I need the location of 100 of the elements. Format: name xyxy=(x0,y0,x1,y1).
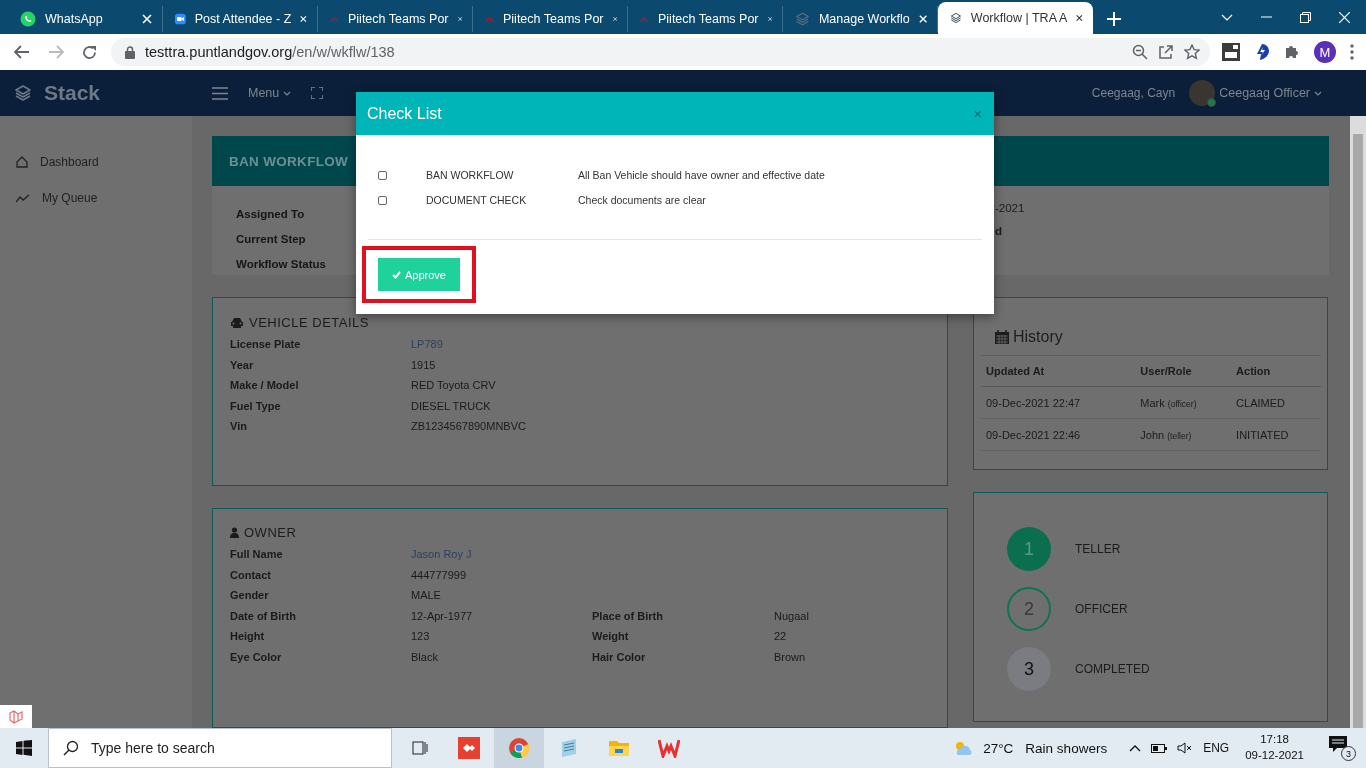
field-value: d xyxy=(995,225,1004,237)
field-value: 444777999 xyxy=(411,568,468,581)
browser-tab[interactable]: Workflow | TRA A xyxy=(938,2,1093,34)
card-title: History xyxy=(1013,328,1063,346)
puzzle-icon[interactable] xyxy=(1284,44,1300,60)
scrollbar-thumb[interactable] xyxy=(1353,134,1363,728)
user-name: Ceegaag, Cayn xyxy=(1091,86,1176,100)
check-item-description: Check documents are clear xyxy=(578,194,706,206)
field-label: Current Step xyxy=(236,233,307,245)
field-label: Eye Color xyxy=(230,650,283,663)
field-value: 22 xyxy=(774,630,788,642)
layers-icon xyxy=(14,84,32,102)
new-tab-icon[interactable] xyxy=(1107,12,1121,26)
battery-icon[interactable] xyxy=(1151,743,1168,753)
checkbox[interactable] xyxy=(378,195,387,205)
app-logo[interactable]: Stack xyxy=(14,81,212,105)
step-circle: 1 xyxy=(1007,527,1051,571)
search-icon xyxy=(63,740,79,756)
field-label: Full Name xyxy=(230,548,284,560)
check-icon xyxy=(392,270,401,279)
zoom-out-icon[interactable] xyxy=(1132,44,1148,60)
card-title: VEHICLE DETAILS xyxy=(249,315,369,330)
browser-tab[interactable]: Piitech Teams Por xyxy=(473,6,628,32)
app-icon[interactable] xyxy=(458,737,480,759)
modal-title: Check List xyxy=(367,104,442,123)
profile-avatar[interactable]: M xyxy=(1314,41,1336,63)
checkbox[interactable] xyxy=(378,170,387,180)
caret-icon xyxy=(283,90,292,96)
card-title: BAN WORKFLOW xyxy=(229,153,349,169)
trend-icon xyxy=(16,193,30,203)
temperature: 27°C xyxy=(983,740,1014,756)
check-item-name: DOCUMENT CHECK xyxy=(426,194,528,206)
extension-icon[interactable] xyxy=(1222,43,1240,61)
notification-count: 3 xyxy=(1341,746,1356,761)
folder-icon[interactable] xyxy=(608,738,630,758)
field-value: MALE xyxy=(411,589,442,601)
avatar xyxy=(1189,80,1216,106)
language-indicator[interactable]: ENG xyxy=(1203,741,1230,755)
table-cell: 09-Dec-2021 22:47 xyxy=(981,386,1136,419)
bolt-icon[interactable] xyxy=(1254,43,1270,61)
fullscreen-icon[interactable] xyxy=(311,87,324,99)
weather-icon xyxy=(953,740,974,756)
check-item-name: BAN WORKFLOW xyxy=(426,169,515,181)
field-label: Place of Birth xyxy=(592,609,664,622)
address-field[interactable]: testtra.puntlandgov.org/en/w/wkflw/138 xyxy=(111,38,1210,66)
browser-tab[interactable]: Piitech Teams Por xyxy=(628,6,783,32)
field-value: Brown xyxy=(774,650,807,663)
field-label: Vin xyxy=(230,420,248,432)
video-camera-icon xyxy=(175,11,186,27)
app-icon[interactable] xyxy=(658,738,680,758)
lock-icon xyxy=(125,45,135,59)
weather-text: Rain showers xyxy=(1025,740,1108,756)
clock[interactable]: 17:18 09-12-2021 xyxy=(1245,732,1304,764)
user-menu[interactable]: Ceegaag Officer xyxy=(1189,80,1322,106)
field-value: RED Toyota CRV xyxy=(411,379,497,391)
check-item-description: All Ban Vehicle should have owner and effective date xyxy=(578,169,825,181)
caret-icon xyxy=(1314,90,1322,96)
calendar-icon xyxy=(995,330,1009,344)
muted-speaker-icon[interactable] xyxy=(1177,742,1194,754)
field-value: 123 xyxy=(411,630,431,642)
field-label: Make / Model xyxy=(230,379,300,391)
step-label: OFFICER xyxy=(1075,602,1128,616)
browser-tab[interactable]: Post Attendee - Z xyxy=(163,6,318,32)
share-icon[interactable] xyxy=(1158,44,1174,60)
field-value: ZB1234567890MNBVC xyxy=(411,420,527,432)
field-value: 1915 xyxy=(411,358,437,371)
browser-tab[interactable]: Piitech Teams Por xyxy=(318,6,473,32)
menu-dropdown[interactable]: Menu xyxy=(248,86,292,100)
browser-icon[interactable] xyxy=(508,737,530,759)
reload-icon[interactable] xyxy=(82,44,97,60)
field-label: Gender xyxy=(230,589,270,601)
chevron-down-icon[interactable] xyxy=(1221,13,1233,21)
field-label: Hair Color xyxy=(592,650,647,663)
step-label: COMPLETED xyxy=(1075,662,1150,676)
chevron-up-icon[interactable] xyxy=(1129,744,1142,752)
field-label: Weight xyxy=(592,630,630,642)
field-value: Black xyxy=(411,650,439,663)
more-icon[interactable] xyxy=(1350,44,1354,60)
field-label: Workflow Status xyxy=(236,258,326,270)
star-icon[interactable] xyxy=(1184,44,1200,60)
table-cell: John (teller) xyxy=(1135,418,1232,451)
field-value: -2021 xyxy=(995,202,1026,214)
menu-icon[interactable] xyxy=(212,86,228,100)
back-icon[interactable] xyxy=(14,45,30,59)
restore-icon[interactable] xyxy=(1300,11,1311,23)
close-icon[interactable] xyxy=(1076,13,1083,23)
column-header: User/Role xyxy=(1135,356,1232,387)
windows-icon[interactable] xyxy=(16,740,32,756)
browser-tab[interactable]: WhatsApp xyxy=(8,6,163,32)
close-icon[interactable] xyxy=(767,14,772,24)
home-icon xyxy=(16,156,28,168)
close-icon[interactable] xyxy=(457,14,462,24)
field-label: Height xyxy=(230,630,266,642)
table-cell: CLAIMED xyxy=(1231,386,1321,419)
task-view-icon[interactable] xyxy=(410,740,428,756)
search-field[interactable]: Type here to search xyxy=(48,728,392,768)
field-value: Nugaal xyxy=(774,609,810,622)
close-icon[interactable] xyxy=(612,14,617,24)
column-header: Action xyxy=(1231,356,1321,387)
field-value: 12-Apr-1977 xyxy=(411,609,474,622)
